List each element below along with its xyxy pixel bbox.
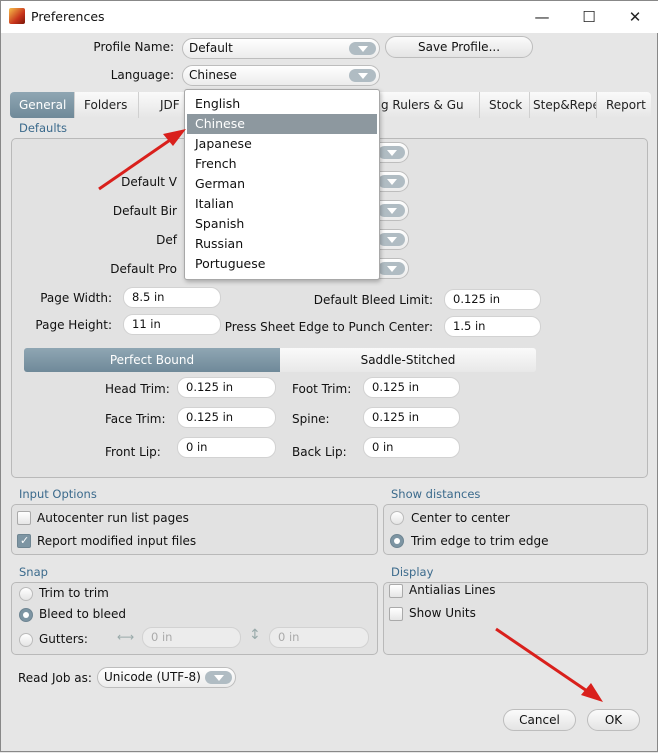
trim-edge-label: Trim edge to trim edge xyxy=(411,534,549,548)
read-job-combo[interactable]: Unicode (UTF-8) xyxy=(97,667,236,688)
read-job-value: Unicode (UTF-8) xyxy=(104,670,201,684)
trim-to-trim-label: Trim to trim xyxy=(39,586,109,600)
report-modified-label: Report modified input files xyxy=(37,534,197,548)
center-to-center-label: Center to center xyxy=(411,511,510,525)
bleed-limit-label: Default Bleed Limit: xyxy=(313,293,433,307)
chevron-down-icon xyxy=(349,42,376,55)
front-lip-label: Front Lip: xyxy=(105,445,161,459)
bleed-to-bleed-radio[interactable] xyxy=(19,608,33,622)
perfect-bound-tab[interactable]: Perfect Bound xyxy=(24,348,280,372)
show-units-checkbox[interactable] xyxy=(389,607,403,621)
foot-trim-input[interactable]: 0.125 in xyxy=(363,377,460,398)
gutters-label: Gutters: xyxy=(39,632,88,646)
bleed-to-bleed-label: Bleed to bleed xyxy=(39,607,126,621)
tab-general[interactable]: General xyxy=(10,92,75,118)
foot-trim-label: Foot Trim: xyxy=(292,382,352,396)
language-option-japanese[interactable]: Japanese xyxy=(187,134,377,154)
show-units-label: Show Units xyxy=(409,606,476,620)
page-width-input[interactable]: 8.5 in xyxy=(123,287,221,308)
profile-name-combo[interactable]: Default xyxy=(182,38,380,59)
profile-value: Default xyxy=(189,41,233,55)
front-lip-input[interactable]: 0 in xyxy=(177,437,276,458)
trim-to-trim-radio[interactable] xyxy=(19,587,33,601)
trim-edge-radio[interactable] xyxy=(390,534,404,548)
snap-title: Snap xyxy=(19,565,48,579)
cancel-button[interactable]: Cancel xyxy=(503,709,576,731)
show-distances-title: Show distances xyxy=(391,487,481,501)
saddle-stitched-tab[interactable]: Saddle-Stitched xyxy=(280,348,536,372)
chevron-down-icon xyxy=(205,671,232,684)
spine-input[interactable]: 0.125 in xyxy=(363,407,460,428)
language-option-french[interactable]: French xyxy=(187,154,377,174)
display-title: Display xyxy=(391,565,434,579)
input-options-title: Input Options xyxy=(19,487,97,501)
back-lip-label: Back Lip: xyxy=(292,445,347,459)
tab-report[interactable]: Report xyxy=(597,92,651,118)
chevron-down-icon xyxy=(378,146,405,159)
center-to-center-radio[interactable] xyxy=(390,511,404,525)
tab-step-repeat[interactable]: Step&Repe xyxy=(530,92,597,118)
maximize-button[interactable]: ☐ xyxy=(569,5,609,29)
language-option-portuguese[interactable]: Portuguese xyxy=(187,254,377,274)
chevron-down-icon xyxy=(349,69,376,82)
face-trim-input[interactable]: 0.125 in xyxy=(177,407,276,428)
page-height-input[interactable]: 11 in xyxy=(123,314,221,335)
tab-folders[interactable]: Folders xyxy=(75,92,139,118)
language-label: Language: xyxy=(110,68,174,82)
app-icon xyxy=(9,8,25,24)
defaults-title: Defaults xyxy=(19,121,68,135)
language-option-italian[interactable]: Italian xyxy=(187,194,377,214)
default-v-label: Default V xyxy=(121,175,177,189)
gutter-horizontal-input[interactable]: 0 in xyxy=(142,627,241,648)
close-button[interactable]: ✕ xyxy=(615,5,655,29)
window-title: Preferences xyxy=(31,9,105,24)
ok-button[interactable]: OK xyxy=(587,709,640,731)
chevron-down-icon xyxy=(378,262,405,275)
tab-jdf[interactable]: JDF xyxy=(139,92,187,118)
back-lip-input[interactable]: 0 in xyxy=(363,437,460,458)
language-dropdown-list: English Chinese Japanese French German I… xyxy=(184,89,380,280)
gutter-vertical-input[interactable]: 0 in xyxy=(269,627,369,648)
default-binding-label: Default Bir xyxy=(112,204,177,218)
tab-rulers-guides[interactable]: g Rulers & Gu xyxy=(379,92,480,118)
chevron-down-icon xyxy=(378,233,405,246)
punch-center-input[interactable]: 1.5 in xyxy=(444,316,541,337)
antialias-checkbox[interactable] xyxy=(389,584,403,598)
language-value: Chinese xyxy=(189,68,237,82)
minimize-button[interactable]: — xyxy=(522,5,562,29)
profile-name-label: Profile Name: xyxy=(93,40,174,54)
page-width-label: Page Width: xyxy=(40,291,112,305)
language-option-russian[interactable]: Russian xyxy=(187,234,377,254)
antialias-label: Antialias Lines xyxy=(409,583,496,597)
horizontal-gutter-icon: ⟷ xyxy=(117,630,135,644)
language-option-german[interactable]: German xyxy=(187,174,377,194)
punch-center-label: Press Sheet Edge to Punch Center: xyxy=(224,320,433,334)
gutters-radio[interactable] xyxy=(19,633,33,647)
page-height-label: Page Height: xyxy=(35,318,112,332)
head-trim-input[interactable]: 0.125 in xyxy=(177,377,276,398)
spine-label: Spine: xyxy=(292,412,330,426)
save-profile-button[interactable]: Save Profile... xyxy=(385,36,533,58)
default-pro-label: Default Pro xyxy=(110,262,177,276)
chevron-down-icon xyxy=(378,175,405,188)
language-combo[interactable]: Chinese xyxy=(182,65,380,86)
autocenter-checkbox[interactable] xyxy=(17,511,31,525)
head-trim-label: Head Trim: xyxy=(105,382,170,396)
language-option-chinese[interactable]: Chinese xyxy=(187,114,377,134)
autocenter-label: Autocenter run list pages xyxy=(37,511,189,525)
language-option-english[interactable]: English xyxy=(187,94,377,114)
vertical-gutter-icon: ↕ xyxy=(249,627,261,643)
chevron-down-icon xyxy=(378,204,405,217)
read-job-label: Read Job as: xyxy=(18,671,92,685)
face-trim-label: Face Trim: xyxy=(105,412,166,426)
default-d-label: Def xyxy=(156,233,177,247)
tab-stock[interactable]: Stock xyxy=(480,92,530,118)
bleed-limit-input[interactable]: 0.125 in xyxy=(444,289,541,310)
report-modified-checkbox[interactable] xyxy=(17,534,31,548)
language-option-spanish[interactable]: Spanish xyxy=(187,214,377,234)
